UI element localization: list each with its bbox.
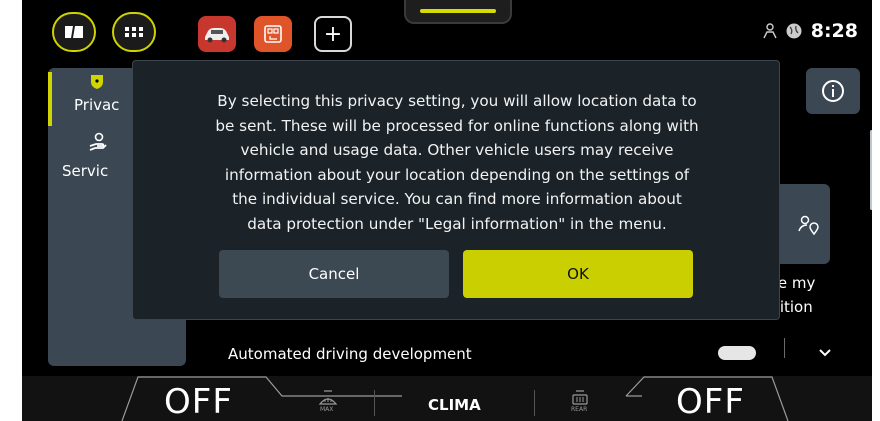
pull-down-handle[interactable] (404, 0, 512, 24)
vehicle-app-button[interactable] (198, 16, 236, 52)
chevron-down-icon[interactable] (818, 348, 832, 358)
message-line: the individual service. You can find mor… (232, 190, 682, 208)
left-temperature[interactable]: OFF (164, 382, 233, 421)
max-defrost-button[interactable]: MAX (318, 390, 338, 416)
service-hand-icon (89, 132, 107, 151)
dialog-message: By selecting this privacy setting, you w… (173, 89, 741, 236)
apps-menu-button[interactable] (112, 12, 156, 52)
message-line: data protection under "Legal information… (247, 214, 667, 233)
rear-label: REAR (571, 406, 588, 413)
separator (534, 390, 535, 416)
list-item-automated-driving[interactable]: Automated driving development (186, 340, 786, 370)
clock: 8:28 (810, 20, 858, 42)
shield-icon (91, 75, 103, 89)
privacy-dialog: By selecting this privacy setting, you w… (132, 60, 780, 320)
info-button[interactable] (806, 68, 860, 114)
message-line: vehicle and usage data. Other vehicle us… (240, 141, 674, 159)
cancel-button[interactable]: Cancel (219, 250, 449, 298)
plus-icon: + (323, 21, 343, 47)
apps-grid-icon (125, 27, 143, 37)
separator (374, 390, 375, 416)
status-area: 8:28 (763, 20, 858, 42)
split-view-button[interactable] (52, 12, 96, 52)
message-line: information about your location dependin… (224, 165, 690, 184)
divider (784, 338, 785, 358)
active-indicator (48, 72, 52, 126)
user-profile-icon (763, 23, 777, 39)
climate-bar: OFF MAX CLIMA REAR OFF (22, 376, 872, 421)
automated-driving-toggle[interactable] (718, 346, 756, 360)
max-label: MAX (320, 406, 334, 413)
info-icon (822, 80, 844, 102)
message-line: be sent. These will be processed for onl… (215, 116, 699, 135)
rear-defrost-button[interactable]: REAR (570, 390, 590, 416)
ok-button[interactable]: OK (463, 250, 693, 298)
sidebar-item-label: Privac (74, 96, 120, 114)
top-bar: + 8:28 (22, 0, 872, 64)
app-tiles-icon (264, 25, 282, 43)
clima-button[interactable]: CLIMA (428, 396, 481, 414)
globe-icon (786, 23, 802, 39)
right-temperature[interactable]: OFF (676, 382, 745, 421)
sidebar-item-label: Servic (62, 162, 109, 180)
infotainment-screen: + 8:28 Privac Servic re my sition Automa… (22, 0, 872, 421)
scrollbar[interactable] (870, 130, 872, 210)
car-icon (205, 28, 229, 43)
person-location-icon (798, 215, 819, 236)
apps-store-button[interactable] (254, 16, 292, 52)
list-item-label: Automated driving development (228, 345, 472, 363)
split-view-icon (65, 26, 83, 38)
add-shortcut-button[interactable]: + (314, 16, 352, 52)
handle-bar (420, 9, 496, 13)
message-line: By selecting this privacy setting, you w… (217, 92, 697, 110)
